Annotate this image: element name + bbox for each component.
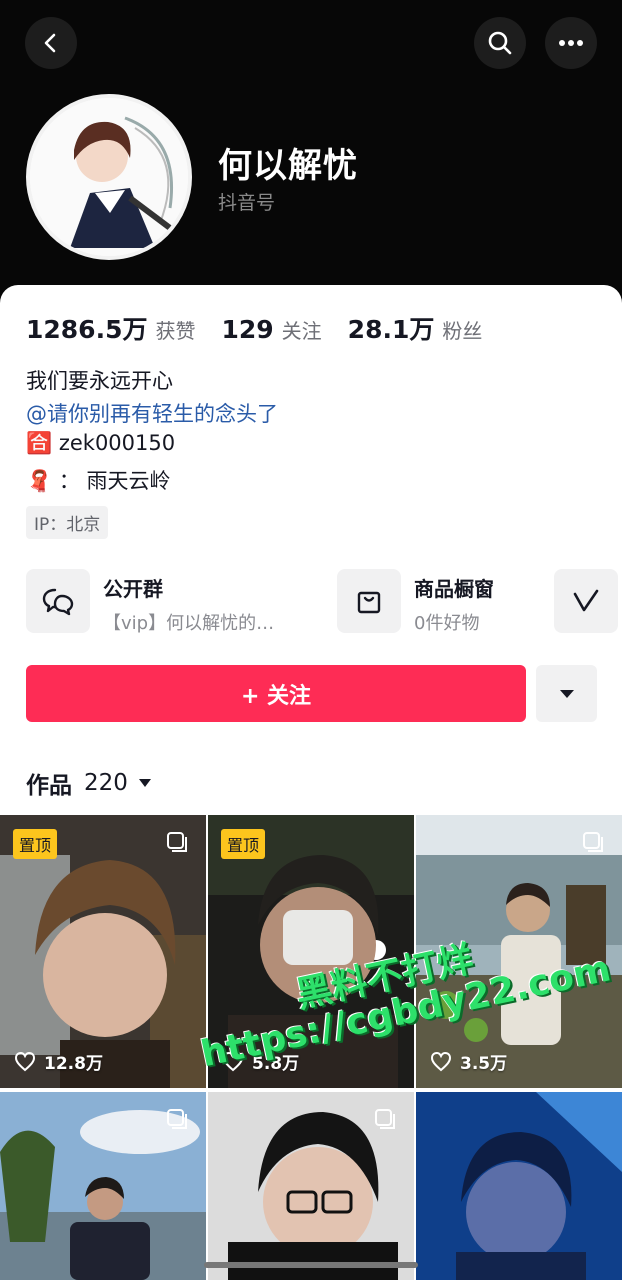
bio-mention-link[interactable]: @请你别再有轻生的念头了 (26, 398, 278, 428)
stats-row: 1286.5万 获赞 129 关注 28.1万 粉丝 (26, 310, 508, 346)
shop-window-title[interactable]: 商品橱窗 (414, 573, 494, 602)
heart-icon (14, 1051, 36, 1071)
heart-icon (430, 1051, 452, 1071)
douyin-id-label: 抖音号 (218, 192, 276, 214)
profile-name: 何以解忧 (218, 146, 358, 186)
shopping-bag-icon (357, 591, 381, 614)
multi-image-icon (167, 832, 187, 852)
group-chat-button[interactable] (26, 569, 90, 633)
works-tab-label: 作品 (26, 773, 72, 799)
like-count: 3.5万 (460, 1054, 508, 1074)
likes-count: 1286.5万 (26, 315, 148, 344)
back-button[interactable] (25, 17, 77, 69)
multi-image-icon (167, 1109, 187, 1129)
search-button[interactable] (474, 17, 526, 69)
bio-line-3: 🈴 zek000150 (26, 431, 175, 456)
video-thumb-1[interactable]: 置顶 12.8万 (0, 815, 206, 1088)
following-label[interactable]: 关注 (282, 315, 322, 344)
shop-window-button[interactable] (337, 569, 401, 633)
v-check-icon (573, 589, 599, 612)
followers-count[interactable]: 28.1万 (348, 310, 435, 346)
home-indicator (204, 1262, 418, 1268)
video-thumb-5[interactable] (208, 1092, 414, 1280)
profile-header: 何以解忧 抖音号 (0, 0, 622, 330)
more-options-button[interactable] (545, 17, 597, 69)
group-chat-icon (42, 588, 74, 616)
video-thumb-6[interactable] (416, 1092, 622, 1280)
bio-contact-id: zek000150 (58, 431, 176, 455)
works-tab[interactable]: 作品 220 (26, 766, 152, 800)
group-chat-subtitle: 【vip】何以解忧的… (103, 613, 275, 634)
likes-label: 获赞 (155, 319, 196, 343)
recommend-dropdown-button[interactable] (536, 665, 597, 722)
like-count: 12.8万 (44, 1054, 103, 1074)
works-count: 220 (84, 770, 128, 796)
avatar[interactable] (26, 94, 192, 260)
caret-down-icon (138, 779, 151, 787)
bio-line-1: 我们要永远开心 (26, 369, 173, 393)
contact-emoji-icon: 🈴 (26, 431, 53, 455)
avatar-anime-image (30, 98, 188, 256)
search-icon (488, 31, 512, 55)
more-dots-icon (559, 40, 583, 46)
pinned-badge: 置顶 (221, 829, 266, 859)
scarf-emoji-icon: 🧣 (26, 469, 53, 493)
video-thumb-4[interactable] (0, 1092, 206, 1280)
multi-image-icon (583, 832, 603, 852)
following-count[interactable]: 129 (221, 315, 273, 344)
bio-line-4: 🧣 ： 雨天云岭 (26, 465, 171, 495)
multi-image-icon (375, 1109, 395, 1129)
like-count-overlay: 3.5万 (430, 1049, 507, 1074)
follow-button[interactable]: + 关注 (26, 665, 526, 722)
shop-window-subtitle: 0件好物 (414, 613, 480, 634)
more-feature-button[interactable] (554, 569, 618, 633)
back-arrow-icon (44, 33, 56, 53)
caret-down-icon (559, 689, 574, 698)
bio-location-text: ： 雨天云岭 (58, 469, 171, 493)
pinned-badge: 置顶 (13, 829, 58, 859)
ip-location-tag: IP：北京 (26, 506, 109, 539)
video-thumb-image (416, 1092, 622, 1280)
group-chat-title[interactable]: 公开群 (103, 573, 163, 602)
followers-label[interactable]: 粉丝 (442, 315, 482, 344)
like-count-overlay: 12.8万 (14, 1049, 103, 1074)
